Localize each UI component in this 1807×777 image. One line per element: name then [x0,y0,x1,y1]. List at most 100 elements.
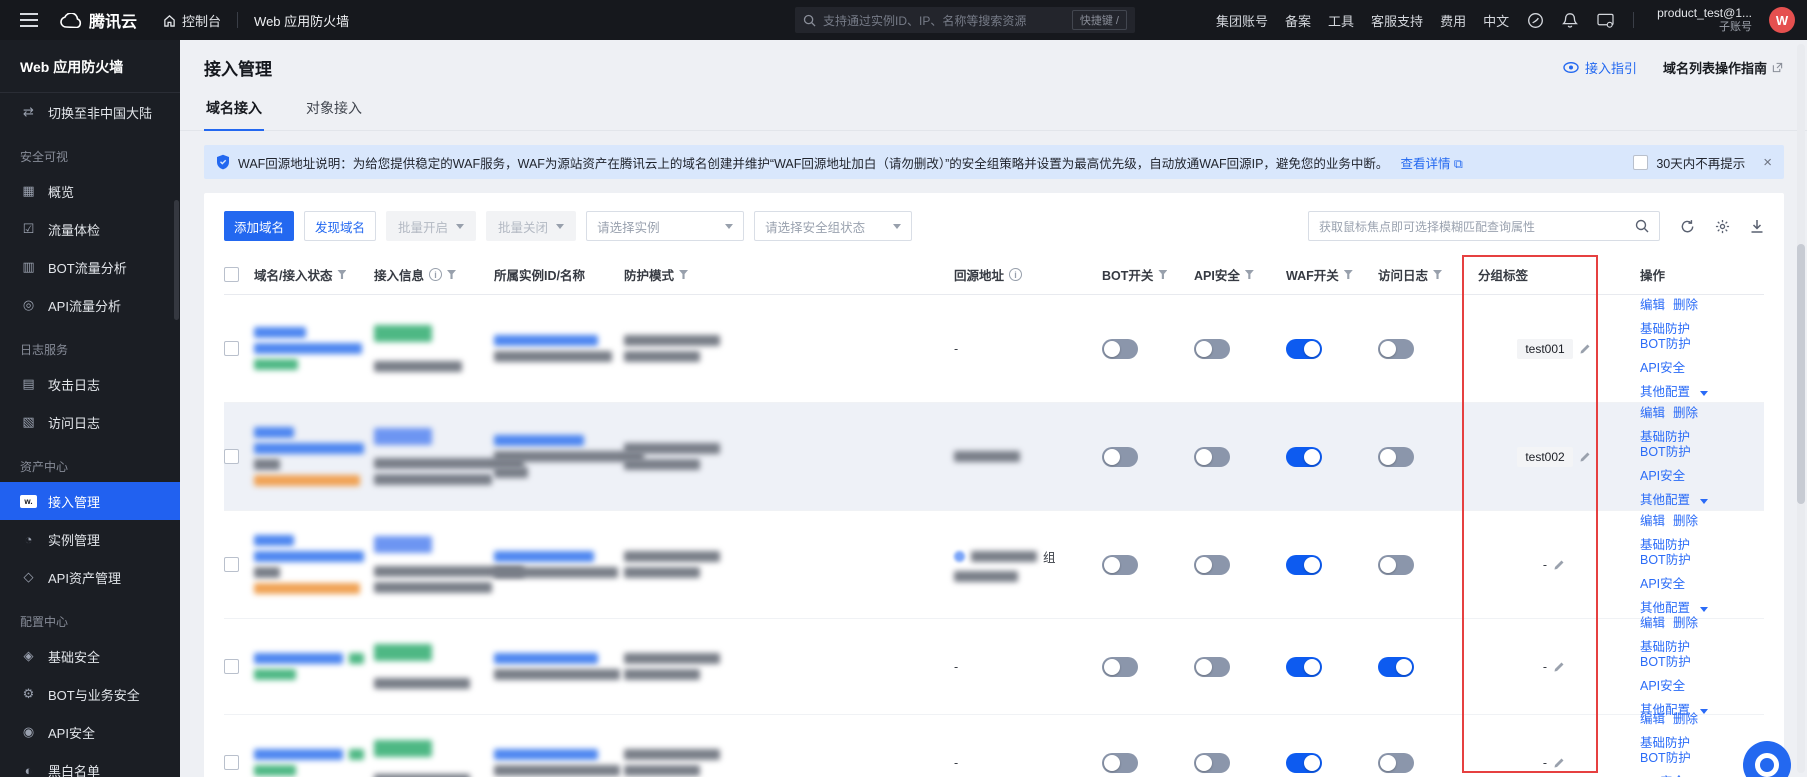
sidebar-scrollbar[interactable] [174,200,179,320]
action-basic-protect-link[interactable]: 基础防护 [1640,538,1690,552]
tab-object-access[interactable]: 对象接入 [304,94,364,130]
api-security-toggle[interactable] [1194,447,1230,467]
table-row[interactable]: - - 编辑删除 基础防护BOT防护 API安全 其他配置 [224,715,1764,777]
action-basic-protect-link[interactable]: 基础防护 [1640,322,1690,336]
console-settings-icon[interactable] [1596,11,1614,29]
bot-toggle[interactable] [1102,657,1138,677]
row-checkbox[interactable] [224,659,239,674]
table-row[interactable]: - - 编辑删除 基础防护BOT防护 API安全 其他配置 [224,619,1764,715]
tab-domain-access[interactable]: 域名接入 [204,94,264,131]
col-header-waf-switch[interactable]: WAF开关 [1286,265,1378,284]
page-scrollbar[interactable] [1797,44,1805,773]
instance-select[interactable]: 请选择实例 [586,211,744,241]
access-log-toggle[interactable] [1378,753,1414,773]
action-delete-link[interactable]: 删除 [1673,406,1698,420]
bot-toggle[interactable] [1102,753,1138,773]
sidebar-item-robot[interactable]: ⚙BOT与业务安全 [0,675,180,713]
row-checkbox[interactable] [224,557,239,572]
filter-icon[interactable] [679,270,688,279]
edit-tag-pencil-icon[interactable] [1579,343,1591,355]
row-checkbox[interactable] [224,755,239,770]
scrollbar-thumb[interactable] [1797,244,1805,504]
domain-cell[interactable] [254,327,374,370]
feedback-icon[interactable] [1526,11,1544,29]
action-edit-link[interactable]: 编辑 [1640,406,1665,420]
edit-tag-pencil-icon[interactable] [1553,559,1565,571]
avatar[interactable]: W [1769,7,1795,33]
action-delete-link[interactable]: 删除 [1673,616,1698,630]
sidebar-item-swap[interactable]: ⇄切换至非中国大陆 [0,93,180,131]
action-more-config-link[interactable]: 其他配置 [1640,493,1690,507]
info-icon[interactable]: i [429,268,442,281]
notification-bell-icon[interactable] [1561,11,1579,29]
action-edit-link[interactable]: 编辑 [1640,616,1665,630]
api-security-toggle[interactable] [1194,657,1230,677]
menu-group-account[interactable]: 集团账号 [1216,11,1268,30]
bot-toggle[interactable] [1102,339,1138,359]
bot-toggle[interactable] [1102,447,1138,467]
domain-cell[interactable] [254,535,374,594]
waf-toggle[interactable] [1286,447,1322,467]
api-security-toggle[interactable] [1194,555,1230,575]
action-api-security-link[interactable]: API安全 [1640,361,1685,375]
hamburger-menu-icon[interactable] [20,19,38,21]
action-bot-protect-link[interactable]: BOT防护 [1640,553,1691,567]
filter-icon[interactable] [1245,270,1254,279]
info-icon[interactable]: i [1009,268,1022,281]
filter-icon[interactable] [337,270,346,279]
menu-billing[interactable]: 费用 [1440,11,1466,30]
table-row[interactable]: 组 - 编辑删除 基础防护BOT防护 API安全 其他配置 [224,511,1764,619]
action-api-security-link[interactable]: API安全 [1640,577,1685,591]
action-basic-protect-link[interactable]: 基础防护 [1640,736,1690,750]
add-domain-button[interactable]: 添加域名 [224,211,294,241]
table-row[interactable]: test002 编辑删除 基础防护BOT防护 API安全 其他配置 [224,403,1764,511]
domain-cell[interactable] [254,427,374,486]
dismiss-30days-checkbox[interactable] [1633,155,1648,170]
domain-cell[interactable] [254,749,374,776]
access-guide-link[interactable]: 接入指引 [1563,58,1637,77]
action-more-config-link[interactable]: 其他配置 [1640,601,1690,615]
edit-tag-pencil-icon[interactable] [1553,661,1565,673]
select-all-checkbox[interactable] [224,267,239,282]
sidebar-item-w[interactable]: w.接入管理 [0,482,180,520]
action-bot-protect-link[interactable]: BOT防护 [1640,445,1691,459]
instance-cell[interactable] [494,653,624,680]
sidebar-item-gauge[interactable]: ◔实例管理 [0,520,180,558]
action-bot-protect-link[interactable]: BOT防护 [1640,655,1691,669]
row-checkbox[interactable] [224,341,239,356]
sidebar-item-cube[interactable]: ◇API资产管理 [0,558,180,596]
sidebar-item-shield[interactable]: ◈基础安全 [0,637,180,675]
instance-cell[interactable] [494,335,624,362]
global-search-input[interactable]: 支持通过实例ID、IP、名称等搜索资源 快捷键 / [795,7,1135,33]
action-delete-link[interactable]: 删除 [1673,514,1698,528]
filter-search-input[interactable]: 获取鼠标焦点即可选择模糊匹配查询属性 [1308,211,1660,241]
filter-icon[interactable] [1158,270,1167,279]
action-edit-link[interactable]: 编辑 [1640,514,1665,528]
col-header-protect-mode[interactable]: 防护模式 [624,265,954,284]
action-edit-link[interactable]: 编辑 [1640,298,1665,312]
access-log-toggle[interactable] [1378,447,1414,467]
batch-disable-button[interactable]: 批量关闭 [486,211,576,241]
access-log-toggle[interactable] [1378,555,1414,575]
sidebar-item-monitor[interactable]: ▥BOT流量分析 [0,248,180,286]
menu-language[interactable]: 中文 [1483,11,1509,30]
security-group-status-select[interactable]: 请选择安全组状态 [754,211,912,241]
domain-cell[interactable] [254,653,374,680]
action-delete-link[interactable]: 删除 [1673,712,1698,726]
sidebar-item-target[interactable]: ◉API安全 [0,713,180,751]
action-edit-link[interactable]: 编辑 [1640,712,1665,726]
col-header-access-log[interactable]: 访问日志 [1378,265,1478,284]
view-details-link[interactable]: 查看详情 ⧉ [1400,153,1462,172]
row-checkbox[interactable] [224,449,239,464]
batch-enable-button[interactable]: 批量开启 [386,211,476,241]
filter-icon[interactable] [1344,270,1353,279]
menu-icp[interactable]: 备案 [1285,11,1311,30]
action-more-config-link[interactable]: 其他配置 [1640,385,1690,399]
sidebar-item-check[interactable]: ☑流量体检 [0,210,180,248]
waf-toggle[interactable] [1286,657,1322,677]
api-security-toggle[interactable] [1194,753,1230,773]
col-header-origin[interactable]: 回源地址i [954,265,1102,284]
action-api-security-link[interactable]: API安全 [1640,469,1685,483]
action-delete-link[interactable]: 删除 [1673,298,1698,312]
waf-toggle[interactable] [1286,555,1322,575]
